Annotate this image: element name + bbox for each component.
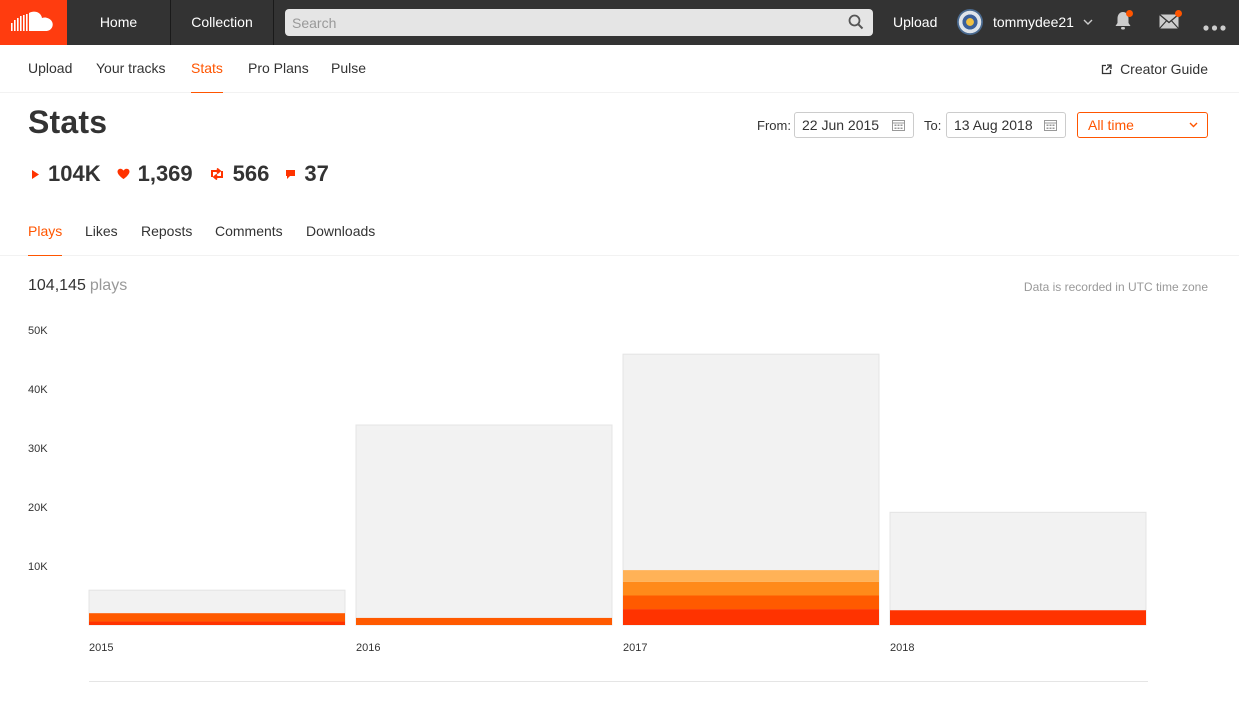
messages-button[interactable] bbox=[1159, 10, 1182, 34]
upload-link[interactable]: Upload bbox=[893, 0, 937, 45]
time-range-value: All time bbox=[1088, 117, 1134, 133]
nav-collection[interactable]: Collection bbox=[171, 0, 274, 45]
stats-totals: 104K 1,369 566 37 bbox=[31, 160, 345, 188]
total-comments-value: 37 bbox=[304, 161, 329, 186]
subnav-pulse[interactable]: Pulse bbox=[331, 45, 366, 93]
total-plays-value: 104K bbox=[48, 161, 101, 186]
play-icon bbox=[32, 169, 39, 179]
time-range-select[interactable]: All time bbox=[1077, 112, 1208, 138]
y-tick-label: 30K bbox=[28, 443, 48, 455]
to-date-value: 13 Aug 2018 bbox=[954, 117, 1033, 133]
tab-plays[interactable]: Plays bbox=[28, 210, 63, 256]
bar-segment-2017-0 bbox=[623, 609, 879, 625]
avatar bbox=[957, 9, 983, 35]
bar-segment-2015-0 bbox=[89, 621, 345, 625]
bar-segment-2017-2 bbox=[623, 581, 879, 596]
timezone-note: Data is recorded in UTC time zone bbox=[1023, 280, 1208, 294]
cloud-icon bbox=[11, 11, 53, 31]
tab-downloads[interactable]: Downloads bbox=[306, 210, 375, 256]
nav-home[interactable]: Home bbox=[67, 0, 171, 45]
creator-guide-label: Creator Guide bbox=[1120, 61, 1208, 77]
tab-likes[interactable]: Likes bbox=[85, 210, 118, 256]
search-box bbox=[285, 9, 873, 36]
x-tick-label: 2016 bbox=[356, 642, 380, 654]
plays-count: 104,145 plays bbox=[28, 277, 127, 295]
from-label: From: bbox=[757, 118, 791, 133]
bar-segment-2017-1 bbox=[623, 595, 879, 610]
heart-icon bbox=[117, 168, 130, 179]
from-date-field[interactable]: 22 Jun 2015 bbox=[794, 112, 914, 138]
username: tommydee21 bbox=[993, 14, 1074, 30]
plays-count-value: 104,145 bbox=[28, 277, 86, 294]
plays-count-unit: plays bbox=[89, 277, 128, 294]
y-tick-label: 20K bbox=[28, 502, 48, 514]
subnav-stats[interactable]: Stats bbox=[191, 45, 223, 93]
more-button[interactable] bbox=[1203, 18, 1226, 36]
notification-dot bbox=[1126, 10, 1133, 17]
stats-tabs: Plays Likes Reposts Comments Downloads bbox=[0, 210, 1239, 256]
repost-icon bbox=[210, 168, 223, 180]
page-title: Stats bbox=[28, 104, 108, 140]
bar-total-2018[interactable] bbox=[889, 511, 1147, 626]
y-tick-label: 50K bbox=[28, 325, 48, 337]
total-likes: 1,369 bbox=[117, 161, 193, 187]
more-icon bbox=[1203, 25, 1226, 31]
chevron-down-icon bbox=[1189, 122, 1198, 128]
subnav-your-tracks[interactable]: Your tracks bbox=[96, 45, 166, 93]
calendar-icon bbox=[1044, 120, 1057, 131]
tab-comments[interactable]: Comments bbox=[215, 210, 283, 256]
calendar-icon bbox=[892, 120, 905, 131]
bar-total-2016[interactable] bbox=[355, 424, 613, 626]
message-dot bbox=[1175, 10, 1182, 17]
external-link-icon bbox=[1101, 63, 1112, 74]
notifications-button[interactable] bbox=[1114, 10, 1133, 36]
y-tick-label: 10K bbox=[28, 561, 48, 573]
bar-segment-2017-3 bbox=[623, 570, 879, 582]
user-menu[interactable]: tommydee21 bbox=[957, 9, 1093, 35]
y-tick-label: 40K bbox=[28, 384, 48, 396]
total-plays: 104K bbox=[31, 161, 101, 187]
plays-chart: 10K 20K 30K 40K 50K 2015 2016 2017 2018 bbox=[28, 325, 1148, 682]
top-header: Home Collection Upload tommydee21 bbox=[0, 0, 1239, 45]
bar-segment-2015-1 bbox=[89, 613, 345, 622]
subnav-upload[interactable]: Upload bbox=[28, 45, 72, 93]
total-comments: 37 bbox=[285, 161, 329, 187]
creator-guide-link[interactable]: Creator Guide bbox=[1101, 45, 1208, 93]
comment-icon bbox=[286, 169, 296, 179]
total-reposts: 566 bbox=[209, 161, 270, 187]
total-reposts-value: 566 bbox=[232, 161, 270, 186]
search-icon[interactable] bbox=[848, 14, 864, 30]
tab-reposts[interactable]: Reposts bbox=[141, 210, 192, 256]
bar-segment-2016-1 bbox=[356, 617, 612, 625]
search-input[interactable] bbox=[285, 9, 873, 36]
x-tick-label: 2018 bbox=[890, 642, 914, 654]
to-date-field[interactable]: 13 Aug 2018 bbox=[946, 112, 1066, 138]
subnav-pro-plans[interactable]: Pro Plans bbox=[248, 45, 309, 93]
x-tick-label: 2017 bbox=[623, 642, 647, 654]
x-tick-label: 2015 bbox=[89, 642, 113, 654]
sub-navigation: Upload Your tracks Stats Pro Plans Pulse… bbox=[0, 45, 1239, 93]
soundcloud-logo[interactable] bbox=[0, 0, 67, 45]
to-label: To: bbox=[924, 118, 942, 133]
chevron-down-icon bbox=[1083, 19, 1093, 25]
total-likes-value: 1,369 bbox=[137, 161, 193, 186]
bar-segment-2018-0 bbox=[890, 610, 1146, 625]
from-date-value: 22 Jun 2015 bbox=[802, 117, 880, 133]
